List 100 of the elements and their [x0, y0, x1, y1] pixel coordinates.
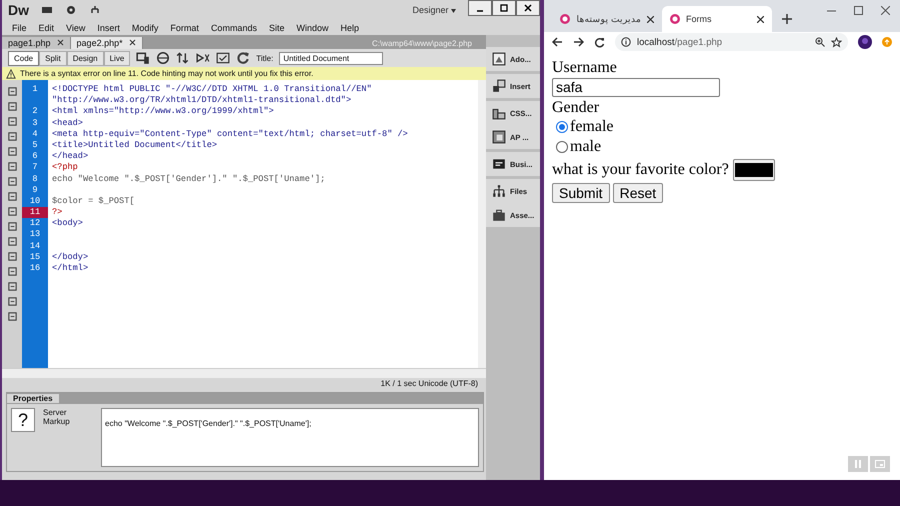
option-label: male [570, 137, 602, 157]
code-tool-icon[interactable] [6, 161, 18, 172]
code-tool-icon[interactable] [6, 86, 18, 97]
warning-icon[interactable] [6, 68, 16, 78]
menu-item[interactable]: View [66, 22, 86, 32]
close-icon[interactable] [757, 16, 764, 22]
maximize-button[interactable] [492, 0, 516, 16]
document-tab[interactable]: page2.php* [70, 37, 143, 49]
insert-icon[interactable] [492, 79, 506, 93]
debug-icon[interactable] [196, 51, 210, 65]
info-icon[interactable] [621, 37, 631, 47]
view-button[interactable]: Split [39, 50, 67, 66]
site-favicon-icon [670, 14, 680, 24]
radio-button[interactable] [556, 141, 568, 153]
browser-tab[interactable]: مدیریت پوسته‌ها [552, 6, 662, 32]
maximize-icon[interactable] [854, 6, 863, 15]
image-icon[interactable] [492, 52, 506, 66]
code-line: </html> [52, 263, 88, 273]
line-number: 13 [30, 229, 40, 240]
username-field[interactable]: safa [552, 78, 720, 97]
code-tool-icon[interactable] [6, 191, 18, 202]
reload-icon[interactable] [594, 36, 605, 48]
code-tool-icon[interactable] [6, 146, 18, 157]
line-number: 14 [30, 240, 40, 251]
code-tool-icon[interactable] [6, 221, 18, 232]
line-number: 4 [32, 128, 38, 139]
globe-icon[interactable] [156, 51, 170, 65]
menu-item[interactable]: Help [340, 22, 359, 32]
title-field[interactable]: Untitled Document [279, 52, 384, 64]
menu-item[interactable]: Insert [97, 22, 120, 32]
star-icon[interactable] [831, 36, 842, 48]
form-button[interactable]: Submit [552, 183, 610, 203]
close-icon[interactable] [881, 6, 890, 15]
address-bar[interactable]: localhost/page1.php [615, 33, 848, 51]
transfer-icon[interactable] [176, 51, 190, 65]
gear-icon[interactable] [65, 4, 77, 16]
field-label: Username [552, 58, 618, 77]
code-line: <meta http-equiv="Content-Type" content="text/html; charset=utf-8" /> [52, 128, 408, 139]
minimize-button[interactable] [468, 0, 492, 16]
code-tool-icon[interactable] [6, 101, 18, 112]
menu-item[interactable]: Site [268, 22, 284, 32]
vertical-scrollbar[interactable] [478, 80, 486, 368]
code-tool-icon[interactable] [6, 236, 18, 247]
field-label: what is your favorite color? [552, 161, 729, 179]
devices-icon[interactable] [136, 51, 150, 65]
layout-icon[interactable] [41, 4, 53, 16]
menu-item[interactable]: Modify [132, 22, 158, 32]
code-tool-icon[interactable] [6, 311, 18, 322]
code-tool-icon[interactable] [6, 296, 18, 307]
view-button[interactable]: Design [66, 50, 104, 66]
sitemap-icon[interactable] [492, 184, 506, 198]
file-path: C:\wamp64\www\page2.php [372, 39, 473, 49]
forward-icon[interactable] [573, 37, 584, 47]
menu-item[interactable]: Window [296, 22, 328, 32]
code-tool-icon[interactable] [6, 176, 18, 187]
code-tool-icon[interactable] [6, 281, 18, 292]
back-icon[interactable] [552, 37, 563, 47]
workspace-switcher[interactable]: Designer [412, 5, 456, 15]
horizontal-scrollbar[interactable] [2, 368, 486, 378]
document-tab[interactable]: page1.php [2, 37, 71, 49]
code-tool-icon[interactable] [6, 131, 18, 142]
refresh-icon[interactable] [236, 51, 250, 65]
property-label: Server Markup [43, 408, 71, 428]
sitemap-icon[interactable] [89, 4, 101, 16]
business-icon[interactable] [492, 157, 506, 171]
radio-button[interactable] [556, 121, 568, 133]
code-line: <head> [52, 118, 83, 128]
view-button[interactable]: Live [104, 50, 130, 66]
zoom-icon[interactable] [815, 37, 825, 47]
color-picker[interactable] [732, 159, 775, 181]
browser-tab[interactable]: Forms [662, 6, 772, 32]
close-icon [524, 4, 532, 12]
menu-item[interactable]: Format [170, 22, 199, 32]
code-tool-icon[interactable] [6, 251, 18, 262]
markup-field[interactable]: echo "Welcome ".$_POST['Gender']." ".$_POST['Uname']; [101, 408, 479, 467]
line-number: 2 [32, 106, 38, 116]
close-icon[interactable] [647, 16, 654, 22]
layers-icon[interactable] [492, 130, 506, 144]
code-line: "http://www.w3.org/TR/xhtml1/DTD/xhtml1-transitional.dtd"> [52, 95, 352, 106]
menu-item[interactable]: Edit [38, 22, 54, 32]
new-tab-icon[interactable] [782, 14, 792, 24]
screen-icon [875, 460, 885, 468]
menu-item[interactable]: Commands [210, 22, 257, 32]
code-tool-icon[interactable] [6, 206, 18, 217]
line-number: 1 [32, 84, 38, 94]
line-number: 5 [32, 140, 38, 150]
check-page-icon[interactable] [216, 51, 230, 65]
close-button[interactable] [516, 0, 540, 16]
close-icon[interactable] [128, 38, 136, 47]
form-button[interactable]: Reset [612, 183, 664, 203]
code-tool-icon[interactable] [6, 266, 18, 277]
css-icon[interactable] [492, 106, 506, 120]
code-tool-icon[interactable] [6, 116, 18, 127]
avatar-icon[interactable] [858, 35, 872, 49]
close-icon[interactable] [56, 38, 64, 47]
briefcase-icon[interactable] [492, 208, 506, 222]
menu-item[interactable]: File [12, 22, 27, 32]
code-line: <html xmlns="http://www.w3.org/1999/xhtml"> [52, 106, 274, 116]
panel-tab[interactable]: Properties [7, 394, 59, 403]
view-button[interactable]: Code [8, 50, 40, 66]
